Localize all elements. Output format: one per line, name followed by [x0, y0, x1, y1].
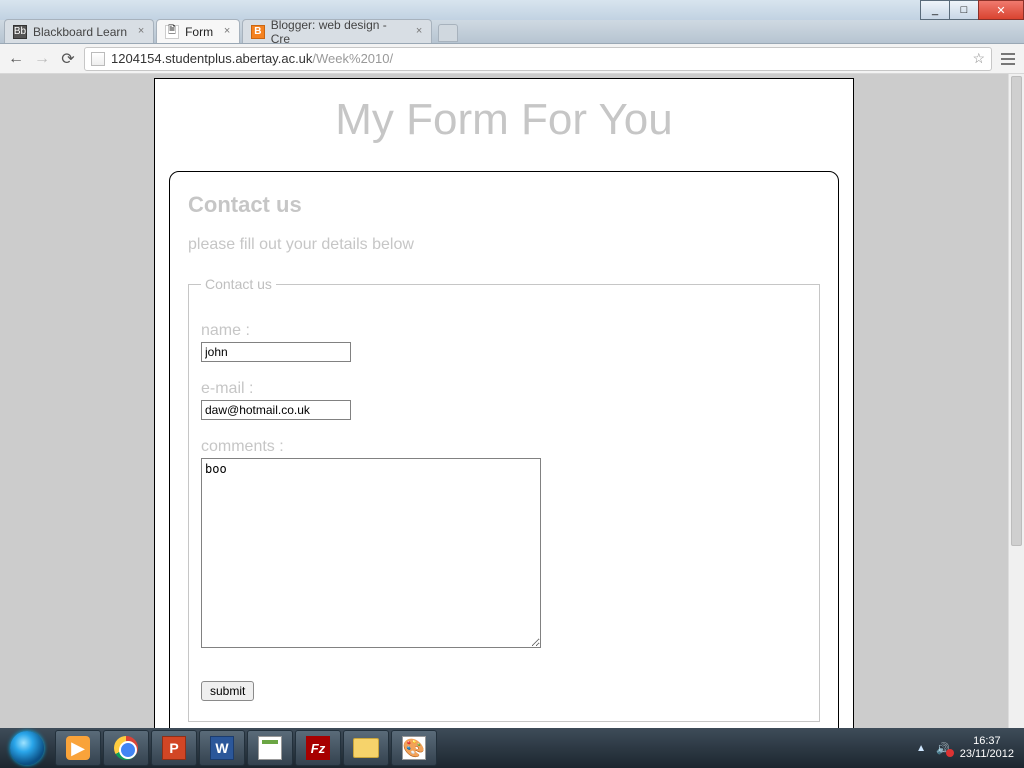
- address-bar[interactable]: 1204154.studentplus.abertay.ac.uk/Week%2…: [84, 47, 992, 71]
- clock[interactable]: 16:37 23/11/2012: [960, 735, 1014, 761]
- scrollbar-thumb[interactable]: [1011, 76, 1022, 546]
- label-name: name :: [201, 322, 807, 340]
- tab-blogger[interactable]: B Blogger: web design - Cre ×: [242, 19, 432, 43]
- taskbar-app-paint[interactable]: 🎨: [391, 730, 437, 766]
- url-host: 1204154.studentplus.abertay.ac.uk: [111, 51, 312, 66]
- page-title: My Form For You: [155, 95, 853, 145]
- forward-button[interactable]: →: [32, 49, 52, 69]
- bookmark-icon[interactable]: ☆: [972, 50, 985, 67]
- paint-icon: 🎨: [402, 736, 426, 760]
- section-heading: Contact us: [188, 192, 820, 218]
- blackboard-icon: Bb: [13, 25, 27, 39]
- page-icon: 🗎: [165, 25, 179, 39]
- window-titlebar: _ □ ✕: [0, 0, 1024, 20]
- maximize-button[interactable]: □: [949, 0, 979, 20]
- page-content: My Form For You Contact us please fill o…: [0, 74, 1008, 728]
- fieldset-contact: Contact us name : e-mail : comments : su…: [188, 276, 820, 722]
- name-input[interactable]: [201, 342, 351, 362]
- fieldset-legend: Contact us: [201, 276, 276, 292]
- windows-taskbar: ▶ P W Fz 🎨 ▲ 🔊 16:37 23/11/2012: [0, 728, 1024, 768]
- label-comments: comments :: [201, 438, 807, 456]
- close-icon[interactable]: ×: [135, 25, 147, 37]
- powerpoint-icon: P: [162, 736, 186, 760]
- browser-viewport: My Form For You Contact us please fill o…: [0, 74, 1024, 728]
- start-button[interactable]: [0, 728, 54, 768]
- tab-label: Form: [185, 25, 213, 39]
- tab-form[interactable]: 🗎 Form ×: [156, 19, 240, 43]
- tray-overflow-icon[interactable]: ▲: [916, 743, 926, 754]
- clock-time: 16:37: [960, 735, 1014, 748]
- url-path: /Week%2010/: [312, 51, 393, 66]
- close-icon[interactable]: ×: [221, 25, 233, 37]
- window-buttons: _ □ ✕: [921, 0, 1024, 20]
- tab-label: Blogger: web design - Cre: [271, 18, 405, 46]
- minimize-button[interactable]: _: [920, 0, 950, 20]
- label-email: e-mail :: [201, 380, 807, 398]
- page-container: My Form For You Contact us please fill o…: [154, 78, 854, 728]
- form-card: Contact us please fill out your details …: [169, 171, 839, 728]
- close-icon[interactable]: ×: [413, 25, 425, 37]
- tab-blackboard[interactable]: Bb Blackboard Learn ×: [4, 19, 154, 43]
- browser-tabstrip: Bb Blackboard Learn × 🗎 Form × B Blogger…: [0, 20, 1024, 44]
- blogger-icon: B: [251, 25, 265, 39]
- taskbar-app-notepad[interactable]: [247, 730, 293, 766]
- reload-button[interactable]: ⟳: [58, 49, 78, 69]
- word-icon: W: [210, 736, 234, 760]
- folder-icon: [353, 738, 379, 758]
- taskbar-app-powerpoint[interactable]: P: [151, 730, 197, 766]
- menu-button[interactable]: [998, 53, 1018, 65]
- comments-textarea[interactable]: [201, 458, 541, 648]
- taskbar-app-wmp[interactable]: ▶: [55, 730, 101, 766]
- tab-label: Blackboard Learn: [33, 25, 127, 39]
- taskbar-app-folder[interactable]: [343, 730, 389, 766]
- filezilla-icon: Fz: [306, 736, 330, 760]
- taskbar-app-filezilla[interactable]: Fz: [295, 730, 341, 766]
- volume-icon[interactable]: 🔊: [936, 742, 950, 755]
- back-button[interactable]: ←: [6, 49, 26, 69]
- close-button[interactable]: ✕: [978, 0, 1024, 20]
- browser-toolbar: ← → ⟳ 1204154.studentplus.abertay.ac.uk/…: [0, 44, 1024, 74]
- taskbar-app-chrome[interactable]: [103, 730, 149, 766]
- new-tab-button[interactable]: [438, 24, 458, 42]
- windows-orb-icon: [10, 731, 44, 765]
- page-icon: [91, 52, 105, 66]
- submit-button[interactable]: submit: [201, 681, 254, 701]
- vertical-scrollbar[interactable]: [1008, 74, 1024, 728]
- system-tray: ▲ 🔊 16:37 23/11/2012: [916, 735, 1024, 761]
- email-input[interactable]: [201, 400, 351, 420]
- notepad-icon: [258, 736, 282, 760]
- section-lead: please fill out your details below: [188, 236, 820, 254]
- clock-date: 23/11/2012: [960, 748, 1014, 761]
- taskbar-app-word[interactable]: W: [199, 730, 245, 766]
- chrome-icon: [114, 736, 138, 760]
- wmp-icon: ▶: [66, 736, 90, 760]
